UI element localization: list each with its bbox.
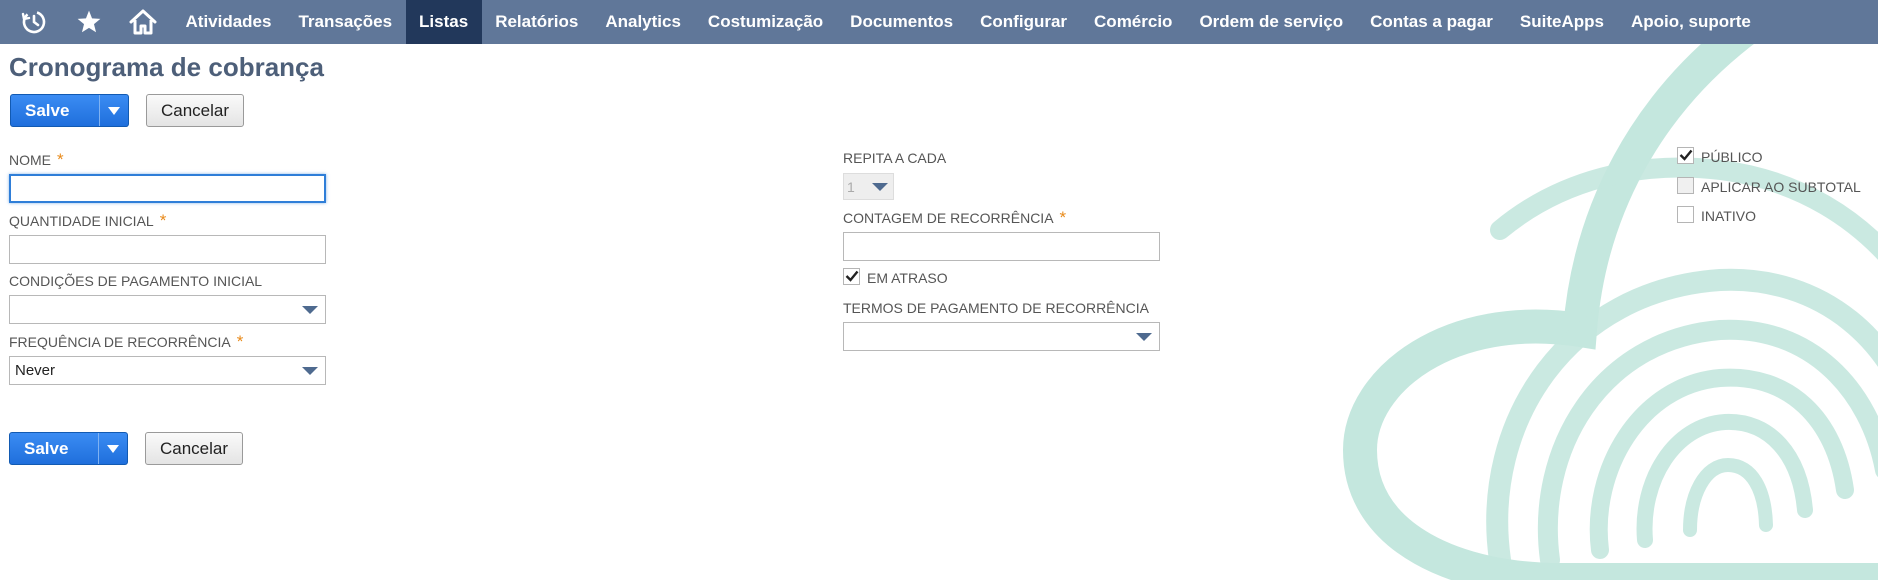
save-button[interactable]: Salve	[10, 94, 129, 127]
caret-down-icon	[108, 106, 120, 115]
cloud-fingerprint-icon	[1342, 0, 1878, 580]
aplicar-ao-subtotal-checkbox[interactable]	[1677, 176, 1694, 194]
nav-item-listas[interactable]: Listas	[405, 0, 482, 44]
nav-item-atividades[interactable]: Atividades	[172, 0, 285, 44]
em-atraso-label: EM ATRASO	[867, 270, 948, 286]
caret-down-icon	[872, 183, 888, 191]
termos-pagamento-recorrencia-label: TERMOS DE PAGAMENTO DE RECORRÊNCIA	[843, 300, 1149, 316]
top-button-group: Salve Cancelar	[10, 94, 245, 127]
save-options-dropdown[interactable]	[99, 95, 128, 126]
required-marker: *	[236, 332, 244, 351]
caret-down-icon	[1136, 333, 1152, 341]
quantidade-inicial-label: QUANTIDADE INICIAL *	[9, 211, 167, 230]
contagem-recorrencia-field: CONTAGEM DE RECORRÊNCIA *	[843, 209, 1160, 261]
nav-item-configurar[interactable]: Configurar	[967, 0, 1081, 44]
repita-a-cada-label: REPITA A CADA	[843, 150, 947, 166]
page-root: Atividades Transações Listas Relatórios …	[0, 0, 1878, 580]
select-value: Never	[15, 362, 56, 379]
nav-item-comercio[interactable]: Comércio	[1081, 0, 1186, 44]
repita-a-cada-select[interactable]: 1	[843, 173, 894, 200]
save-button-label: Salve	[25, 100, 70, 120]
inativo-row: INATIVO	[1677, 204, 1756, 224]
caret-down-icon	[107, 444, 119, 453]
checkmark-icon	[1679, 149, 1692, 161]
nav-item-relatorios[interactable]: Relatórios	[482, 0, 592, 44]
nav-item-analytics[interactable]: Analytics	[592, 0, 695, 44]
save-button[interactable]: Salve	[9, 432, 128, 465]
em-atraso-checkbox[interactable]	[843, 267, 860, 285]
termos-pagamento-recorrencia-select[interactable]	[843, 322, 1160, 351]
nav-item-apoio-suporte[interactable]: Apoio, suporte	[1617, 0, 1764, 44]
nav-item-ordem-de-servico[interactable]: Ordem de serviço	[1186, 0, 1357, 44]
condicoes-pagamento-inicial-field: CONDIÇÕES DE PAGAMENTO INICIAL	[9, 272, 326, 324]
aplicar-ao-subtotal-label: APLICAR AO SUBTOTAL	[1701, 179, 1861, 195]
required-marker: *	[159, 211, 167, 230]
bottom-button-group: Salve Cancelar	[9, 432, 244, 465]
contagem-recorrencia-label: CONTAGEM DE RECORRÊNCIA *	[843, 208, 1067, 227]
select-value: 1	[847, 178, 855, 195]
aplicar-ao-subtotal-row: APLICAR AO SUBTOTAL	[1677, 175, 1861, 195]
em-atraso-row: EM ATRASO	[843, 266, 948, 286]
contagem-recorrencia-input[interactable]	[843, 232, 1160, 261]
termos-pagamento-recorrencia-field: TERMOS DE PAGAMENTO DE RECORRÊNCIA	[843, 299, 1160, 351]
caret-down-icon	[302, 306, 318, 314]
top-navigation-bar: Atividades Transações Listas Relatórios …	[0, 0, 1878, 44]
inativo-checkbox[interactable]	[1677, 205, 1694, 223]
nome-field: NOME *	[9, 151, 326, 203]
caret-down-icon	[302, 367, 318, 375]
condicoes-pagamento-inicial-label: CONDIÇÕES DE PAGAMENTO INICIAL	[9, 273, 263, 289]
nav-item-transacoes[interactable]: Transações	[285, 0, 406, 44]
recent-history-icon[interactable]	[6, 0, 62, 44]
required-marker: *	[1059, 208, 1067, 227]
frequencia-recorrencia-select[interactable]: Never	[9, 356, 326, 385]
save-button-label: Salve	[24, 438, 69, 458]
nome-input[interactable]	[9, 174, 326, 203]
page-title: Cronograma de cobrança	[9, 52, 324, 82]
publico-row: PÚBLICO	[1677, 145, 1762, 165]
checkmark-icon	[845, 270, 858, 282]
cancel-button[interactable]: Cancelar	[145, 432, 244, 465]
nav-item-costumizacao[interactable]: Costumização	[694, 0, 836, 44]
quantidade-inicial-field: QUANTIDADE INICIAL *	[9, 212, 326, 264]
quantidade-inicial-input[interactable]	[9, 235, 326, 264]
cancel-button[interactable]: Cancelar	[146, 94, 245, 127]
nav-item-contas-a-pagar[interactable]: Contas a pagar	[1357, 0, 1507, 44]
required-marker: *	[57, 150, 64, 169]
publico-label: PÚBLICO	[1701, 149, 1763, 165]
save-options-dropdown[interactable]	[98, 433, 127, 464]
repita-a-cada-field: REPITA A CADA 1	[843, 149, 946, 200]
nav-item-suiteapps[interactable]: SuiteApps	[1506, 0, 1617, 44]
publico-checkbox[interactable]	[1677, 146, 1694, 164]
frequencia-recorrencia-label: FREQUÊNCIA DE RECORRÊNCIA *	[9, 332, 244, 351]
condicoes-pagamento-inicial-select[interactable]	[9, 295, 326, 324]
nome-label: NOME *	[9, 150, 64, 169]
star-icon[interactable]	[62, 0, 116, 44]
home-icon[interactable]	[116, 0, 170, 44]
inativo-label: INATIVO	[1701, 208, 1756, 224]
nav-item-documentos[interactable]: Documentos	[837, 0, 967, 44]
frequencia-recorrencia-field: FREQUÊNCIA DE RECORRÊNCIA * Never	[9, 333, 326, 385]
